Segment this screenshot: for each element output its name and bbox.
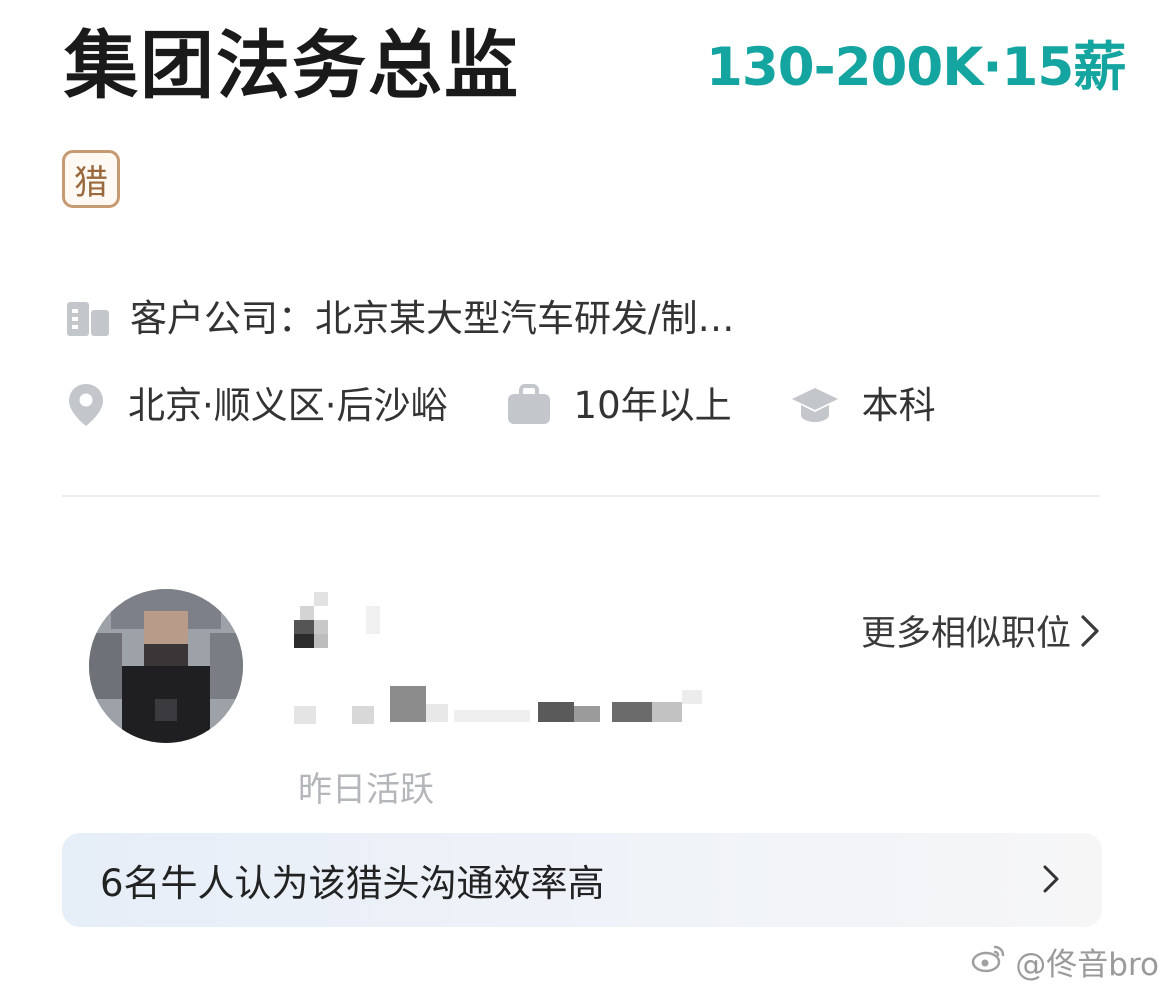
efficiency-banner[interactable]: 6名牛人认为该猎头沟通效率高 (62, 833, 1102, 927)
watermark-text: @佟音bro (1015, 947, 1159, 983)
more-similar-jobs-label: 更多相似职位 (860, 614, 1071, 654)
location-text: 北京·顺义区·后沙峪 (128, 383, 448, 427)
recruiter-active-status: 昨日活跃 (298, 770, 434, 810)
education-item: 本科 (790, 385, 936, 425)
job-title: 集团法务总监 (64, 23, 520, 109)
location-item: 北京·顺义区·后沙峪 (66, 382, 448, 428)
briefcase-icon (506, 384, 552, 426)
company-row: 客户公司：北京某大型汽车研发/制… (66, 298, 734, 338)
building-icon (66, 298, 110, 338)
experience-text: 10年以上 (573, 383, 732, 427)
divider (62, 495, 1100, 497)
salary-range: 130-200K·15薪 (706, 37, 1126, 98)
weibo-watermark: @佟音bro (971, 939, 1159, 984)
recruiter-avatar[interactable] (89, 589, 243, 743)
graduation-cap-icon (790, 385, 840, 425)
headhunter-badge: 猎 (62, 150, 120, 208)
education-text: 本科 (861, 383, 936, 427)
chevron-right-icon (1079, 613, 1101, 649)
banner-text: 6名牛人认为该猎头沟通效率高 (100, 862, 605, 905)
recruiter-title-redacted (294, 686, 724, 726)
more-similar-jobs-link[interactable]: 更多相似职位 (861, 605, 1101, 656)
weibo-logo-icon (971, 943, 1007, 981)
recruiter-name-redacted (294, 592, 394, 652)
chevron-right-icon (1042, 863, 1060, 899)
company-name: 客户公司：北京某大型汽车研发/制… (130, 296, 735, 340)
experience-item: 10年以上 (506, 384, 732, 426)
job-meta-row: 北京·顺义区·后沙峪 10年以上 本科 (66, 382, 936, 428)
location-pin-icon (66, 382, 106, 428)
